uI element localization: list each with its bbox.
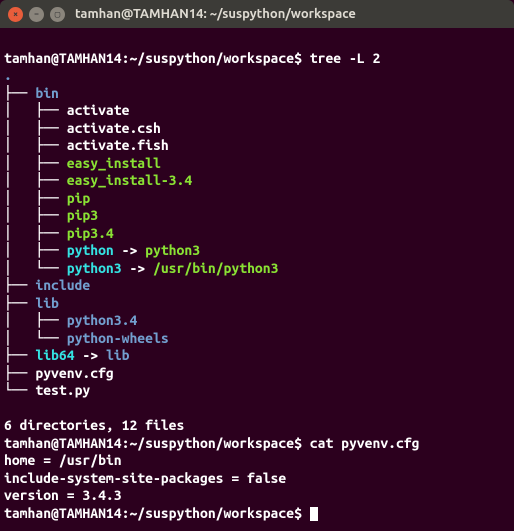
tree-branch: │ ├── bbox=[4, 190, 67, 206]
prompt: tamhan@TAMHAN14:~/suspython/workspace$ bbox=[4, 50, 302, 66]
command-cat: cat pyvenv.cfg bbox=[310, 435, 420, 451]
window-controls: × – ▢ bbox=[8, 7, 65, 22]
file-pip34: pip3.4 bbox=[67, 225, 114, 241]
file-pip3: pip3 bbox=[67, 207, 98, 223]
link-target-lib: lib bbox=[106, 347, 130, 363]
file-activate: activate bbox=[67, 102, 130, 118]
cfg-home: home = /usr/bin bbox=[4, 452, 122, 468]
terminal-body[interactable]: tamhan@TAMHAN14:~/suspython/workspace$ t… bbox=[0, 28, 514, 526]
tree-summary: 6 directories, 12 files bbox=[4, 417, 184, 433]
cursor bbox=[310, 507, 318, 521]
file-activate-csh: activate.csh bbox=[67, 120, 161, 136]
link-target-python3: python3 bbox=[145, 242, 200, 258]
cfg-include-site: include-system-site-packages = false bbox=[4, 470, 286, 486]
arrow: -> bbox=[122, 260, 153, 276]
tree-branch: │ ├── bbox=[4, 172, 67, 188]
command-tree: tree -L 2 bbox=[310, 50, 381, 66]
dir-include: include bbox=[35, 277, 90, 293]
arrow: -> bbox=[75, 347, 106, 363]
tree-root: . bbox=[4, 67, 12, 83]
tree-branch: │ └── bbox=[4, 260, 67, 276]
tree-branch: │ ├── bbox=[4, 155, 67, 171]
minimize-icon[interactable]: – bbox=[29, 7, 44, 22]
dir-python-wheels: python-wheels bbox=[67, 330, 169, 346]
dir-python34: python3.4 bbox=[67, 312, 138, 328]
tree-branch: │ ├── bbox=[4, 120, 67, 136]
file-easy-install-34: easy_install-3.4 bbox=[67, 172, 192, 188]
link-lib64: lib64 bbox=[35, 347, 74, 363]
tree-branch: │ ├── bbox=[4, 225, 67, 241]
close-icon[interactable]: × bbox=[8, 7, 23, 22]
maximize-icon[interactable]: ▢ bbox=[50, 7, 65, 22]
file-pyvenv-cfg: pyvenv.cfg bbox=[35, 365, 113, 381]
cfg-version: version = 3.4.3 bbox=[4, 487, 122, 503]
prompt: tamhan@TAMHAN14:~/suspython/workspace$ bbox=[4, 505, 302, 521]
dir-lib: lib bbox=[35, 295, 59, 311]
link-python3: python3 bbox=[67, 260, 122, 276]
tree-branch: │ ├── bbox=[4, 207, 67, 223]
file-easy-install: easy_install bbox=[67, 155, 161, 171]
file-test-py: test.py bbox=[35, 382, 90, 398]
window-title: tamhan@TAMHAN14: ~/suspython/workspace bbox=[75, 7, 356, 21]
titlebar: × – ▢ tamhan@TAMHAN14: ~/suspython/works… bbox=[0, 0, 514, 28]
tree-branch: │ ├── bbox=[4, 102, 67, 118]
tree-branch: │ ├── bbox=[4, 137, 67, 153]
dir-bin: bin bbox=[35, 85, 59, 101]
link-target-usrbin-python3: /usr/bin/python3 bbox=[153, 260, 278, 276]
tree-branch: ├── bbox=[4, 277, 35, 293]
file-pip: pip bbox=[67, 190, 91, 206]
tree-branch: │ ├── bbox=[4, 312, 67, 328]
tree-branch: │ └── bbox=[4, 330, 67, 346]
tree-branch: ├── bbox=[4, 295, 35, 311]
file-activate-fish: activate.fish bbox=[67, 137, 169, 153]
tree-branch: │ ├── bbox=[4, 242, 67, 258]
tree-branch: ├── bbox=[4, 85, 35, 101]
tree-branch: ├── bbox=[4, 365, 35, 381]
arrow: -> bbox=[114, 242, 145, 258]
tree-branch: ├── bbox=[4, 347, 35, 363]
link-python: python bbox=[67, 242, 114, 258]
prompt: tamhan@TAMHAN14:~/suspython/workspace$ bbox=[4, 435, 302, 451]
tree-branch: └── bbox=[4, 382, 35, 398]
